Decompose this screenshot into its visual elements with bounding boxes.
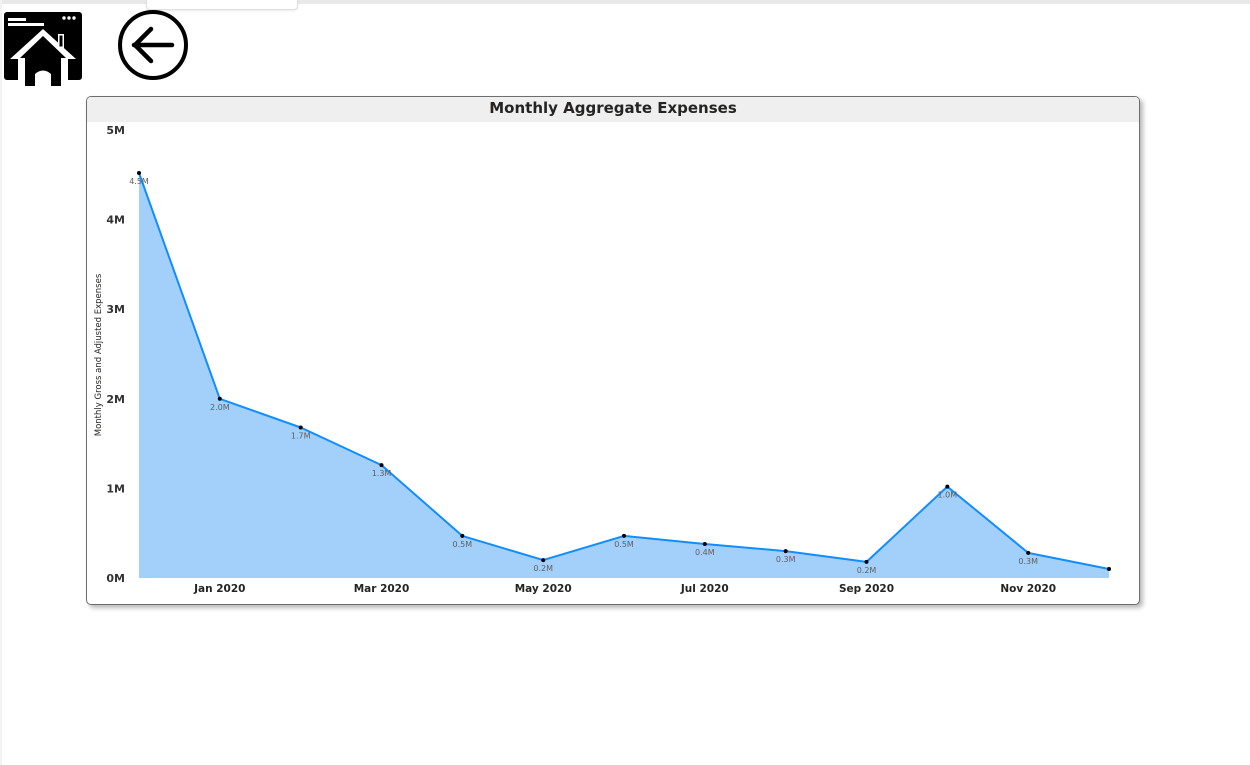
- back-button[interactable]: [115, 9, 190, 81]
- data-label: 1.0M: [937, 491, 957, 500]
- data-label: 4.5M: [129, 177, 149, 186]
- data-label: 1.7M: [291, 432, 311, 441]
- data-point[interactable]: [783, 549, 788, 554]
- y-tick-label: 5M: [106, 124, 125, 137]
- data-point[interactable]: [945, 484, 950, 489]
- x-tick-label: Mar 2020: [354, 583, 410, 595]
- data-point[interactable]: [1107, 567, 1111, 571]
- data-label: 0.4M: [695, 548, 715, 557]
- data-label: 2.0M: [210, 403, 230, 412]
- data-label: 1.3M: [372, 469, 392, 478]
- data-label: 0.5M: [452, 540, 472, 549]
- y-axis-title: Monthly Gross and Adjusted Expenses: [94, 273, 104, 436]
- arrow-left-circle-icon: [118, 10, 188, 80]
- data-point[interactable]: [541, 558, 546, 563]
- x-tick-label: May 2020: [515, 583, 572, 595]
- left-border: [0, 0, 2, 765]
- data-point[interactable]: [1026, 550, 1031, 555]
- x-tick-label: Jan 2020: [193, 583, 245, 595]
- x-tick-label: Nov 2020: [1000, 583, 1056, 595]
- series-area: [139, 173, 1109, 578]
- data-point[interactable]: [622, 533, 626, 538]
- data-point[interactable]: [702, 542, 707, 546]
- data-point[interactable]: [137, 171, 141, 175]
- chart-card[interactable]: Monthly Aggregate Expenses 4.5M 2.0M 1.7M 1…: [86, 96, 1140, 605]
- data-label: 0.5M: [614, 540, 634, 549]
- data-point[interactable]: [217, 396, 222, 401]
- y-tick-label: 4M: [106, 214, 125, 227]
- data-label: 0.2M: [533, 564, 553, 573]
- data-label: 0.2M: [857, 566, 877, 575]
- data-label: 0.3M: [776, 555, 796, 564]
- y-tick-label: 3M: [106, 303, 125, 316]
- x-tick-label: Jul 2020: [680, 583, 729, 595]
- y-tick-label: 0M: [106, 572, 125, 585]
- data-label: 0.3M: [1018, 557, 1038, 566]
- area-chart[interactable]: 4.5M 2.0M 1.7M 1.3M 0.5M 0.2M 0.5M 0.4M 0.3M 0.2M…: [87, 97, 1139, 604]
- y-tick-label: 2M: [106, 393, 125, 406]
- data-point[interactable]: [864, 559, 869, 564]
- x-tick-label: Sep 2020: [839, 583, 894, 595]
- home-icon: [4, 12, 82, 90]
- data-point[interactable]: [298, 425, 303, 430]
- home-button[interactable]: [4, 12, 84, 90]
- data-point[interactable]: [460, 533, 465, 538]
- y-tick-label: 1M: [106, 482, 125, 495]
- data-point[interactable]: [379, 463, 384, 468]
